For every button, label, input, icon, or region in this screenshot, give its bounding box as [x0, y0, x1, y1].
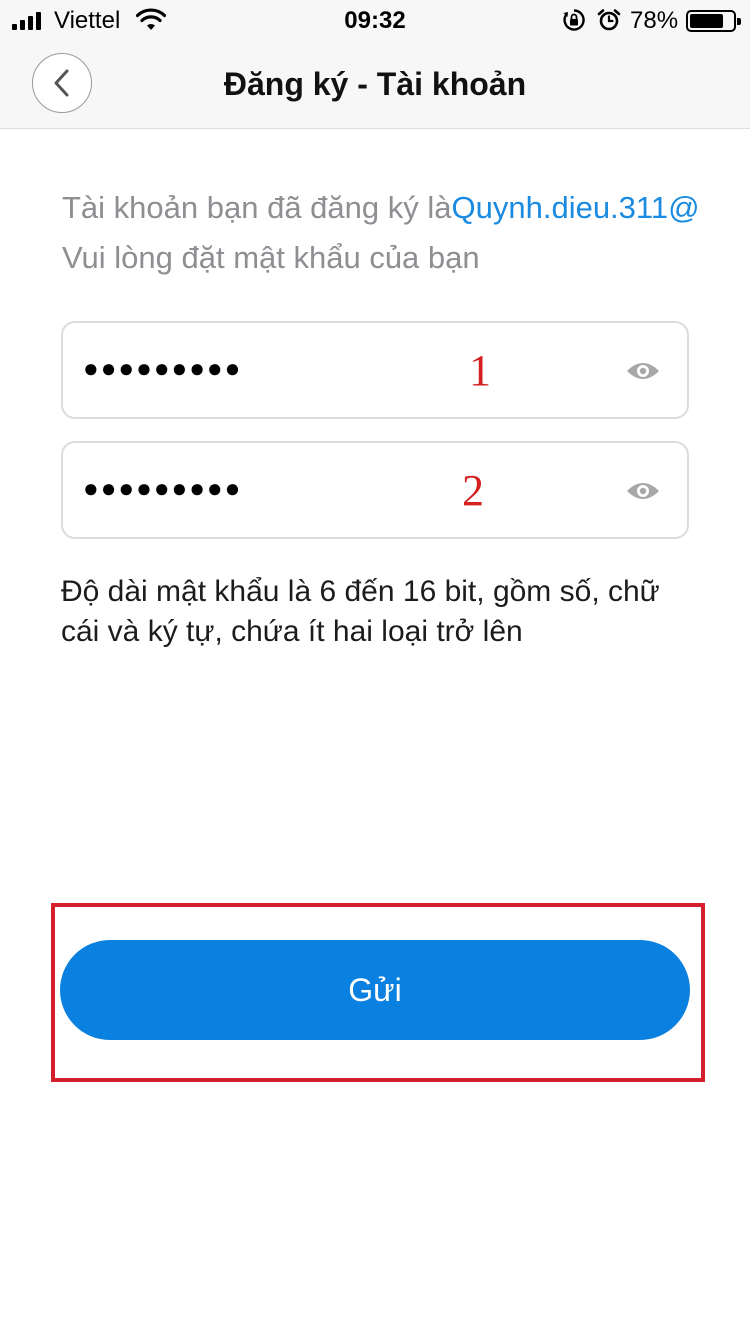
nav-bar: Đăng ký - Tài khoản — [0, 40, 750, 129]
battery-percent: 78% — [630, 7, 679, 34]
alarm-icon — [597, 9, 621, 31]
account-info: Tài khoản bạn đã đăng ký làQuynh.dieu.31… — [62, 190, 700, 226]
password-hint: Độ dài mật khẩu là 6 đến 16 bit, gồm số,… — [61, 575, 660, 648]
eye-icon[interactable] — [625, 359, 661, 383]
field-marker: 2 — [462, 466, 484, 515]
password-value: ●●●●●●●●● — [83, 473, 243, 503]
instruction-text: Vui lòng đặt mật khẩu của bạn — [62, 240, 480, 275]
account-prefix: Tài khoản bạn đã đăng ký là — [62, 190, 452, 225]
password-field[interactable]: ●●●●●●●●● 1 — [61, 321, 689, 419]
status-bar: Viettel 09:32 78% — [0, 0, 750, 40]
password-value: ●●●●●●●●● — [83, 353, 243, 383]
account-email: Quynh.dieu.311@ — [451, 190, 700, 225]
orientation-lock-icon — [563, 9, 585, 31]
eye-icon[interactable] — [625, 479, 661, 503]
field-marker: 1 — [469, 346, 491, 395]
battery-icon — [686, 10, 741, 32]
confirm-password-field[interactable]: ●●●●●●●●● 2 — [61, 441, 689, 539]
submit-button[interactable]: Gửi — [60, 940, 690, 1040]
page-title: Đăng ký - Tài khoản — [223, 66, 527, 102]
